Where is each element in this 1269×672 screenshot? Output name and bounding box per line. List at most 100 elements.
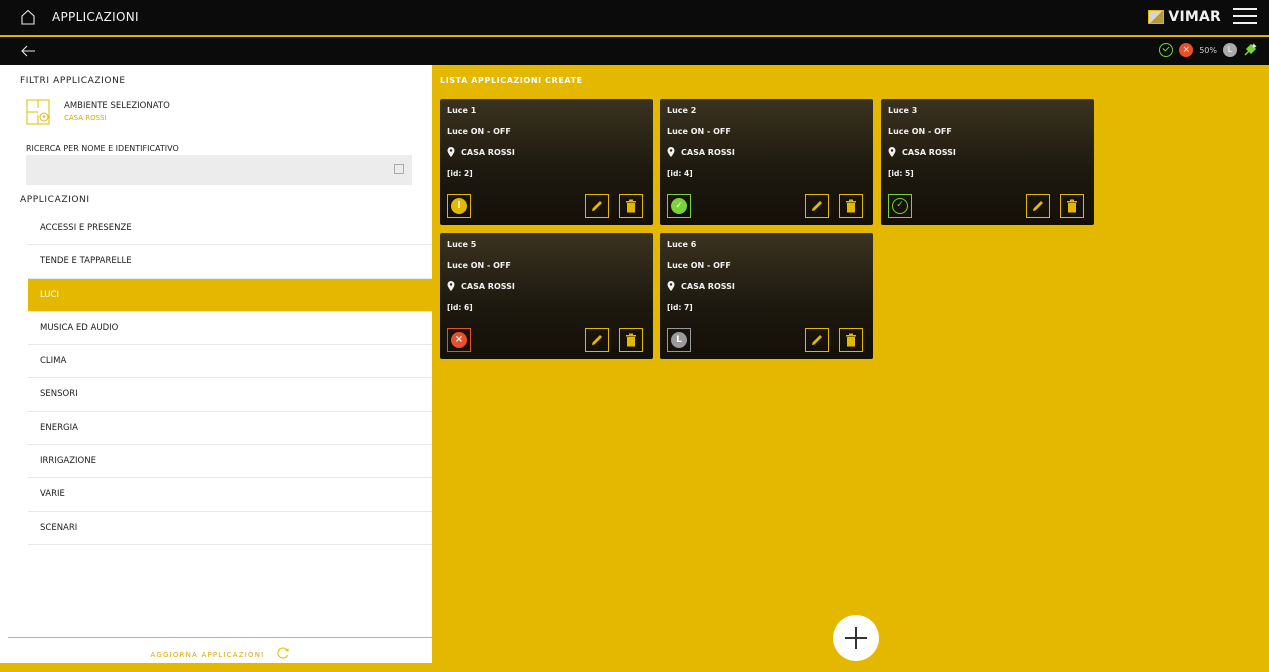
card-location: CASA ROSSI [447,147,515,157]
card-type: Luce ON - OFF [667,261,731,270]
card-status: × [447,328,471,352]
pencil-icon [592,201,602,211]
card-location: CASA ROSSI [667,281,735,291]
plug-connection-icon [1244,43,1257,56]
category-luci[interactable]: LUCI [28,278,432,312]
card-status: ✓ [667,194,691,218]
brand-logo: VIMAR [1148,9,1221,25]
refresh-icon [277,647,289,658]
edit-button[interactable] [805,328,829,352]
pending-icon: L [671,332,687,348]
environment-value[interactable]: CASA ROSSI [64,114,107,122]
environment-label: AMBIENTE SELEZIONATO [64,101,170,111]
category-sensori[interactable]: SENSORI [28,378,432,412]
ok-outline-icon: ✓ [892,198,908,214]
delete-button[interactable] [619,328,643,352]
card-type: Luce ON - OFF [447,261,511,270]
card-location-text: CASA ROSSI [681,147,735,157]
back-arrow-icon[interactable] [20,43,36,59]
delete-button[interactable] [839,328,863,352]
card-type: Luce ON - OFF [667,127,731,136]
location-pin-icon [447,281,455,291]
category-accessi-presenze[interactable]: ACCESSI E PRESENZE [28,212,432,246]
card-location-text: CASA ROSSI [681,281,735,291]
filters-heading: FILTRI APPLICAZIONE [20,76,126,86]
location-pin-icon [667,281,675,291]
applications-list-heading: LISTA APPLICAZIONI CREATE [440,76,583,85]
card-location: CASA ROSSI [447,281,515,291]
location-pin-icon [888,147,896,157]
card-location-text: CASA ROSSI [461,281,515,291]
card-type: Luce ON - OFF [888,127,952,136]
pencil-icon [1033,201,1043,211]
delete-button[interactable] [1060,194,1084,218]
trash-icon [626,333,636,347]
add-application-button[interactable] [833,615,879,661]
applications-heading: APPLICAZIONI [20,195,90,205]
card-location: CASA ROSSI [888,147,956,157]
edit-button[interactable] [1026,194,1050,218]
card-location: CASA ROSSI [667,147,735,157]
category-scenari[interactable]: SCENARI [28,512,432,545]
trash-icon [1067,199,1077,213]
pencil-icon [592,335,602,345]
card-title: Luce 6 [667,240,697,249]
hamburger-menu-icon[interactable] [1233,8,1257,26]
category-list: ACCESSI E PRESENZE TENDE E TAPPARELLE LU… [28,212,432,545]
refresh-applications-button[interactable]: AGGIORNA APPLICAZIONI [8,637,432,663]
application-card[interactable]: Luce 3 Luce ON - OFF CASA ROSSI [id: 5] … [881,99,1094,225]
category-musica-audio[interactable]: MUSICA ED AUDIO [28,312,432,346]
pencil-icon [812,335,822,345]
status-indicators: × 50% L [1159,43,1257,57]
edit-button[interactable] [805,194,829,218]
card-location-text: CASA ROSSI [902,147,956,157]
card-status: L [667,328,691,352]
filters-sidebar: FILTRI APPLICAZIONE AMBIENTE SELEZIONATO… [0,65,432,663]
card-title: Luce 3 [888,106,918,115]
l-status-icon: L [1223,43,1237,57]
location-pin-icon [447,147,455,157]
top-bar: APPLICAZIONI VIMAR [0,0,1269,36]
application-card[interactable]: Luce 2 Luce ON - OFF CASA ROSSI [id: 4] … [660,99,873,225]
search-input[interactable] [26,155,412,185]
card-type: Luce ON - OFF [447,127,511,136]
floorplan-location-icon[interactable] [26,99,52,127]
edit-button[interactable] [585,328,609,352]
error-status-icon: × [1179,43,1194,57]
location-pin-icon [667,147,675,157]
delete-button[interactable] [619,194,643,218]
trash-icon [846,333,856,347]
home-icon[interactable] [20,9,36,25]
category-irrigazione[interactable]: IRRIGAZIONE [28,445,432,479]
warning-icon: ! [451,198,467,214]
card-status: ! [447,194,471,218]
card-id: [id: 5] [888,169,914,178]
refresh-label: AGGIORNA APPLICAZIONI [150,651,265,659]
battery-percent: 50% [1199,45,1217,55]
page-title: APPLICAZIONI [52,10,139,24]
card-id: [id: 4] [667,169,693,178]
application-card[interactable]: Luce 1 Luce ON - OFF CASA ROSSI [id: 2] … [440,99,653,225]
search-label: RICERCA PER NOME E IDENTIFICATIVO [26,144,179,153]
card-location-text: CASA ROSSI [461,147,515,157]
sub-bar: × 50% L [0,37,1269,65]
edit-button[interactable] [585,194,609,218]
category-energia[interactable]: ENERGIA [28,412,432,446]
category-clima[interactable]: CLIMA [28,345,432,379]
card-title: Luce 1 [447,106,477,115]
ok-filled-icon: ✓ [671,198,687,214]
card-id: [id: 2] [447,169,473,178]
brand-name: VIMAR [1168,9,1221,25]
application-card[interactable]: Luce 5 Luce ON - OFF CASA ROSSI [id: 6] … [440,233,653,359]
category-tende-tapparelle[interactable]: TENDE E TAPPARELLE [28,245,432,279]
card-id: [id: 7] [667,303,693,312]
pencil-icon [812,201,822,211]
delete-button[interactable] [839,194,863,218]
error-icon: × [451,332,467,348]
trash-icon [626,199,636,213]
trash-icon [846,199,856,213]
category-varie[interactable]: VARIE [28,478,432,512]
vimar-logo-icon [1148,10,1165,24]
application-card[interactable]: Luce 6 Luce ON - OFF CASA ROSSI [id: 7] … [660,233,873,359]
edit-field-icon [394,164,404,174]
